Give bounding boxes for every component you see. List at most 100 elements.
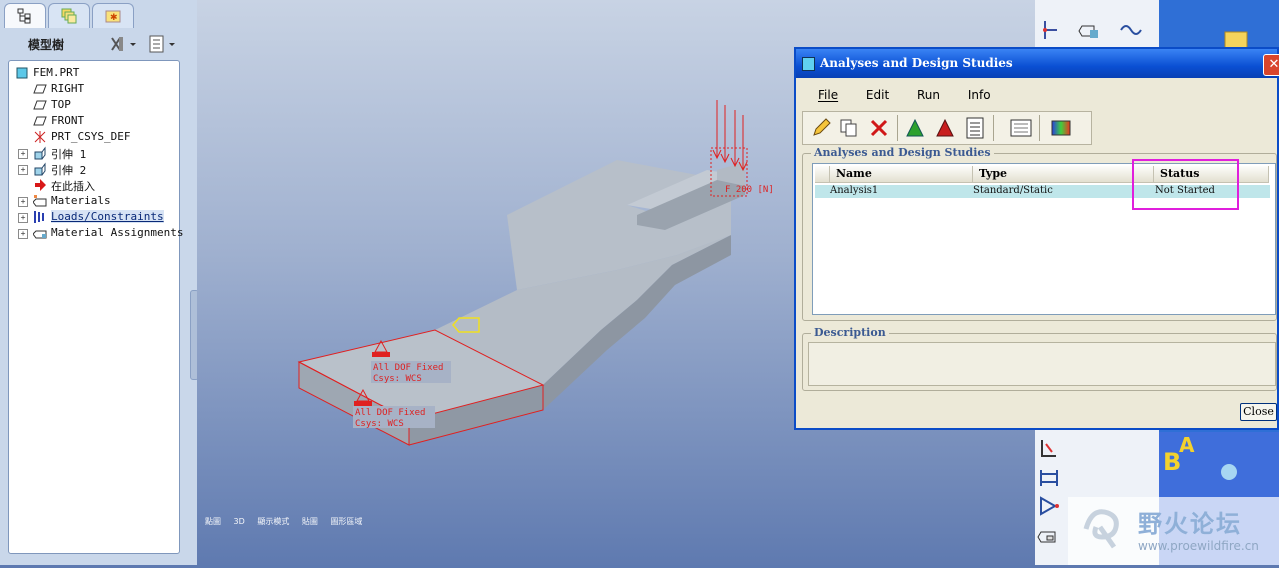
tree-item-label: TOP: [51, 98, 71, 111]
watermark: 野火论坛 www.proewildfire.cn: [1068, 497, 1279, 565]
tools-dropdown-icon: [111, 37, 136, 51]
tree-item-label: FRONT: [51, 114, 85, 127]
column-header-type[interactable]: Type: [973, 166, 1154, 183]
copy-icon[interactable]: [837, 116, 861, 140]
run-green-flag-icon[interactable]: [903, 116, 927, 140]
watermark-url: www.proewildfire.cn: [1138, 539, 1259, 553]
tree-item-label: Loads/Constraints: [51, 210, 164, 223]
stop-red-flag-icon[interactable]: [933, 116, 957, 140]
dialog-menubar: File Edit Run Info: [818, 88, 1015, 102]
dialog-title: Analyses and Design Studies: [820, 56, 1013, 70]
datum-plane-icon: [33, 82, 47, 96]
tree-icon: [17, 8, 31, 24]
tree-item-label: 在此插入: [51, 180, 95, 193]
menu-file[interactable]: File: [818, 88, 850, 102]
extrude-icon: [33, 146, 47, 160]
constraint-label-1-line1: All DOF Fixed: [373, 363, 443, 373]
row-type: Standard/Static: [973, 185, 1053, 196]
insert-arrow-icon: [33, 178, 47, 192]
model-tree: FEM.PRT RIGHT TOP FRONT PRT_CSYS_DEF + 引伸 1 + 引伸…: [8, 60, 183, 554]
description-field[interactable]: [808, 342, 1276, 386]
expand-toggle[interactable]: +: [18, 197, 28, 207]
panel-tabs: ✱: [4, 3, 194, 28]
status-item[interactable]: 貼圖: [302, 517, 318, 526]
display-study-icon[interactable]: [1009, 116, 1033, 140]
status-item[interactable]: 圖形區域: [330, 517, 362, 526]
status-highlight-box: [1132, 159, 1239, 210]
tree-item-label: FEM.PRT: [33, 66, 80, 79]
material-assign-icon: [32, 226, 47, 240]
column-header-spacer: [815, 166, 830, 183]
toolbar-separator: [1039, 115, 1040, 141]
results-fringe-icon[interactable]: [1049, 116, 1073, 140]
watermark-text: 野火论坛: [1138, 510, 1242, 538]
menu-info[interactable]: Info: [968, 88, 1003, 102]
tree-title: 模型樹: [28, 38, 65, 52]
close-button[interactable]: Close: [1240, 403, 1277, 421]
dialog-toolbar: [802, 111, 1092, 145]
studies-group-label: Analyses and Design Studies: [811, 146, 994, 159]
constraint-base-2: [354, 401, 372, 406]
curve-tool-icon[interactable]: [1119, 18, 1143, 42]
tree-item-label: PRT_CSYS_DEF: [51, 130, 131, 143]
column-header-name[interactable]: Name: [830, 166, 973, 183]
dialog-app-icon: [802, 57, 815, 71]
menu-run[interactable]: Run: [917, 88, 952, 102]
tab-model-tree[interactable]: [4, 3, 46, 28]
datum-plane-icon: [33, 98, 47, 112]
delete-icon[interactable]: [867, 116, 891, 140]
datum-plane-icon: [33, 114, 47, 128]
row-name: Analysis1: [830, 185, 879, 196]
expand-toggle[interactable]: +: [18, 165, 28, 175]
mass-tag-tool-icon[interactable]: [1037, 524, 1061, 548]
status-item[interactable]: 顯示模式: [257, 517, 289, 526]
menu-run-label: Run: [917, 88, 941, 102]
column-header-type-label: Type: [979, 167, 1008, 180]
loads-icon: [33, 210, 47, 224]
menu-edit-label: Edit: [865, 88, 890, 102]
viewport-status-bar: 點圖 3D 顯示模式 貼圖 圖形區域: [205, 516, 372, 527]
weld-tool-icon[interactable]: [1037, 436, 1061, 460]
layers-icon: [61, 8, 77, 24]
tree-item-label: Materials: [51, 194, 111, 207]
folder-icon[interactable]: [1224, 31, 1248, 49]
watermark-logo-icon: [1083, 509, 1119, 549]
tab-layers[interactable]: [48, 3, 90, 28]
datum-plane-tool-icon[interactable]: [1037, 18, 1061, 42]
star-folder-icon: ✱: [105, 10, 121, 23]
constraint-label-2-line2: Csys: WCS: [355, 419, 404, 429]
status-list-icon[interactable]: [963, 116, 987, 140]
tree-item-label: RIGHT: [51, 82, 85, 95]
csys-icon: [33, 130, 47, 144]
analyses-dialog: Analyses and Design Studies ✕ File Edit …: [794, 47, 1279, 430]
materials-icon: [32, 194, 47, 208]
beam-tool-icon[interactable]: [1037, 466, 1061, 490]
tree-settings-button[interactable]: [108, 34, 140, 54]
menu-edit[interactable]: Edit: [866, 88, 901, 102]
status-item[interactable]: 3D: [234, 517, 245, 526]
constraint-base-1: [372, 352, 390, 357]
menu-file-label: File: [818, 88, 839, 102]
tab-folder[interactable]: ✱: [92, 3, 134, 28]
extrude-icon: [33, 162, 47, 176]
tree-item-label: 引伸 2: [51, 164, 87, 177]
expand-toggle[interactable]: +: [18, 229, 28, 239]
edit-pencil-icon[interactable]: [809, 116, 833, 140]
window-close-button[interactable]: ✕: [1263, 54, 1279, 76]
status-item[interactable]: 點圖: [205, 517, 221, 526]
svg-text:A: A: [1179, 433, 1195, 457]
part-icon: [15, 66, 29, 80]
force-label: F 200 [N]: [725, 185, 774, 195]
list-dropdown-icon: [149, 35, 175, 53]
expand-toggle[interactable]: +: [18, 213, 28, 223]
menu-info-label: Info: [967, 88, 991, 102]
column-header-name-label: Name: [836, 167, 872, 180]
toolbar-separator: [897, 115, 898, 141]
model-tree-panel: ✱ 模型樹 FEM.PRT RIGHT TOP FRONT PRT_CSYS_DEF + 引…: [0, 0, 199, 565]
tree-show-button[interactable]: [148, 34, 180, 54]
constraint-label-1-line2: Csys: WCS: [373, 374, 422, 384]
material-tag-tool-icon[interactable]: [1078, 18, 1102, 42]
dialog-titlebar[interactable]: Analyses and Design Studies ✕: [796, 49, 1279, 78]
spring-tool-icon[interactable]: [1037, 494, 1061, 518]
expand-toggle[interactable]: +: [18, 149, 28, 159]
